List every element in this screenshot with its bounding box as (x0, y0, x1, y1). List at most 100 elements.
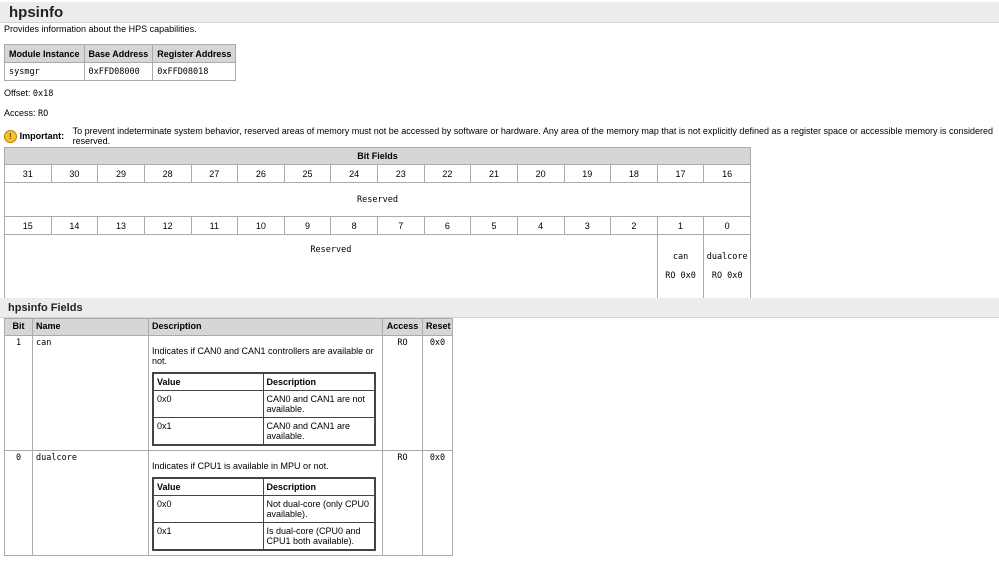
bit-number: 29 (97, 164, 145, 183)
bit-number: 24 (330, 164, 378, 183)
bit-number: 23 (377, 164, 425, 183)
reserved-high: Reserved (4, 182, 751, 217)
col-reset: Reset (422, 318, 453, 336)
col-module-instance: Module Instance (4, 44, 85, 63)
col-name: Name (32, 318, 149, 336)
bit-number: 0 (703, 216, 751, 235)
bit-number: 12 (143, 216, 192, 235)
offset: Offset: 0x18 (4, 88, 53, 99)
field-bit: 1 (4, 335, 33, 451)
base-address: 0xFFD08000 (83, 62, 154, 81)
col-access: Access (382, 318, 423, 336)
register-address: 0xFFD08018 (152, 62, 237, 81)
reserved-low: Reserved (4, 234, 658, 299)
module-instance-table: Module Instance Base Address Register Addr… (4, 44, 237, 81)
access: Access: RO (4, 108, 48, 119)
field-description-cell: Indicates if CPU1 is available in MPU or… (148, 450, 383, 556)
col-value: Value (152, 477, 264, 496)
bit-fields-table: Bit Fields 31 30 29 28 27 26 25 24 23 22 21 20 19 18 1… (4, 147, 751, 299)
fields-table: Bit Name Description Access Reset 1 can Indi… (4, 318, 453, 556)
bit-number: 8 (330, 216, 378, 235)
bit-number: 5 (470, 216, 518, 235)
bit-number: 21 (470, 164, 518, 183)
bit-number: 9 (283, 216, 332, 235)
bit-number: 4 (516, 216, 565, 235)
col-base-address: Base Address (83, 44, 154, 63)
value: 0x1 (152, 522, 264, 551)
bit-number: 11 (190, 216, 239, 235)
bit-number: 28 (143, 164, 192, 183)
field-name: dualcore (32, 450, 149, 556)
bit-number: 20 (516, 164, 565, 183)
important-label: Important: (19, 131, 65, 141)
page-title: hpsinfo (9, 4, 64, 21)
bitfield-can-name: can (672, 252, 689, 262)
bit-number: 3 (563, 216, 612, 235)
bit-number: 7 (377, 216, 425, 235)
bit-number: 18 (610, 164, 658, 183)
value-row: 0x0 Not dual-core (only CPU0 available). (152, 495, 376, 523)
value-row: 0x1 CAN0 and CAN1 are available. (152, 417, 376, 446)
field-access: RO (382, 450, 423, 556)
offset-label: Offset: (4, 88, 31, 98)
value-table: Value Description 0x0 CAN0 and CAN1 are not… (152, 372, 376, 446)
fields-title: hpsinfo Fields (8, 302, 83, 314)
value-description: Not dual-core (only CPU0 available). (262, 495, 376, 523)
col-value: Value (152, 372, 264, 391)
bit-number: 2 (610, 216, 658, 235)
bit-number: 30 (50, 164, 99, 183)
bitfield-dualcore-name: dualcore (706, 252, 748, 262)
field-description-cell: Indicates if CAN0 and CAN1 controllers a… (148, 335, 383, 451)
bit-number: 26 (237, 164, 285, 183)
bit-number: 1 (656, 216, 705, 235)
bit-number: 6 (423, 216, 472, 235)
bit-number: 27 (190, 164, 239, 183)
value: 0x1 (152, 417, 264, 446)
col-value-description: Description (262, 372, 376, 391)
bit-number: 16 (703, 164, 751, 183)
bit-number: 25 (283, 164, 332, 183)
register-description: Provides information about the HPS capab… (4, 24, 197, 34)
value-row: 0x1 Is dual-core (CPU0 and CPU1 both avai… (152, 522, 376, 551)
col-register-address: Register Address (152, 44, 237, 63)
bit-number: 14 (50, 216, 99, 235)
module-instance: sysmgr (4, 62, 85, 81)
value-description: CAN0 and CAN1 are not available. (262, 390, 376, 418)
field-bit: 0 (4, 450, 33, 556)
value-description: CAN0 and CAN1 are available. (262, 417, 376, 446)
field-access: RO (382, 335, 423, 451)
warning-icon: ! (4, 129, 17, 143)
register-title-bar: hpsinfo (0, 2, 999, 23)
field-reset: 0x0 (422, 335, 453, 451)
col-bit: Bit (4, 318, 33, 336)
bit-number: 17 (656, 164, 705, 183)
bit-number: 22 (423, 164, 472, 183)
col-description: Description (148, 318, 383, 336)
bit-number: 31 (4, 164, 52, 183)
bitfield-dualcore[interactable]: dualcore RO 0x0 (703, 234, 751, 299)
value-row: 0x0 CAN0 and CAN1 are not available. (152, 390, 376, 418)
bit-number: 15 (4, 216, 52, 235)
access-value: RO (38, 109, 49, 119)
field-reset: 0x0 (422, 450, 453, 556)
field-description: Indicates if CPU1 is available in MPU or… (152, 461, 329, 471)
bit-fields-title: Bit Fields (4, 147, 751, 165)
bitfield-can-access: RO 0x0 (665, 271, 696, 281)
bit-number: 19 (563, 164, 612, 183)
value: 0x0 (152, 495, 264, 523)
field-row: 1 can Indicates if CAN0 and CAN1 control… (4, 335, 453, 451)
value-description: Is dual-core (CPU0 and CPU1 both availab… (262, 522, 376, 551)
bitfield-can[interactable]: can RO 0x0 (656, 234, 705, 299)
bitfield-dualcore-access: RO 0x0 (711, 271, 743, 281)
field-description: Indicates if CAN0 and CAN1 controllers a… (152, 346, 374, 366)
value-table: Value Description 0x0 Not dual-core (only C… (152, 477, 376, 551)
important-text: To prevent indeterminate system behavior… (72, 126, 994, 146)
field-name: can (32, 335, 149, 451)
field-row: 0 dualcore Indicates if CPU1 is availabl… (4, 450, 453, 556)
col-value-description: Description (262, 477, 376, 496)
fields-title-bar: hpsinfo Fields (0, 298, 999, 318)
offset-value: 0x18 (32, 89, 54, 99)
access-label: Access: (4, 108, 36, 118)
bit-number: 13 (97, 216, 145, 235)
value: 0x0 (152, 390, 264, 418)
